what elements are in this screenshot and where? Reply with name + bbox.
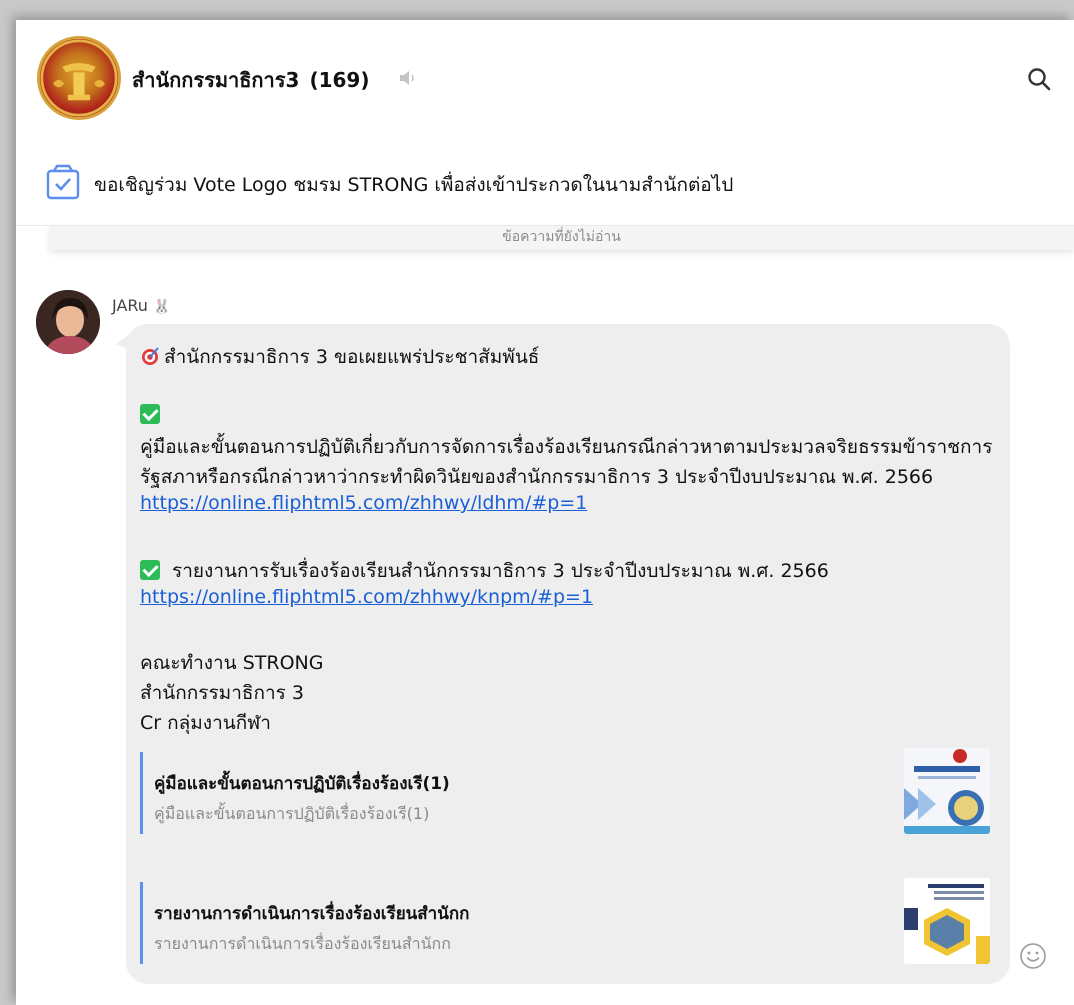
sender-name-text: JARu: [112, 296, 148, 315]
check-icon: [140, 404, 160, 424]
preview-subtitle: คู่มือและขั้นตอนการปฏิบัติเรื่องร้องเรี(…: [154, 804, 430, 823]
message-line: สำนักกรรมาธิการ 3 ขอเผยแพร่ประชาสัมพันธ์: [140, 342, 539, 372]
preview-accent-bar: [140, 752, 143, 834]
group-name: สำนักกรรมาธิการ3: [132, 68, 300, 92]
message-text-7: Cr กลุ่มงานกีฬา: [140, 712, 271, 734]
chat-header: สำนักกรรมาธิการ3 (169): [16, 20, 1074, 138]
checklist-icon: [46, 164, 80, 200]
sender-avatar[interactable]: [36, 290, 100, 354]
chat-window: สำนักกรรมาธิการ3 (169) ขอเชิญร่วม Vote Lo…: [16, 20, 1074, 1005]
search-icon[interactable]: [1026, 66, 1052, 92]
announcement-text: ขอเชิญร่วม Vote Logo ชมรม STRONG เพื่อส่…: [94, 174, 734, 196]
message-text-3: รัฐสภาหรือกรณีกล่าวหาว่ากระทำผิดวินัยของ…: [140, 466, 934, 488]
preview-thumbnail: [904, 748, 990, 834]
preview-title: คู่มือและขั้นตอนการปฏิบัติเรื่องร้องเรี(…: [154, 774, 450, 794]
message-line-4: รายงานการรับเรื่องร้องเรียนสำนักกรรมาธิก…: [140, 556, 829, 586]
member-count: (169): [309, 68, 370, 92]
group-avatar[interactable]: [37, 36, 121, 120]
unread-label: ข้อความที่ยังไม่อ่าน: [502, 229, 621, 245]
check-icon: [140, 560, 160, 580]
emoji-reaction-icon[interactable]: [1019, 942, 1047, 970]
link-preview[interactable]: คู่มือและขั้นตอนการปฏิบัติเรื่องร้องเรี(…: [140, 748, 990, 834]
group-title: สำนักกรรมาธิการ3 (169): [132, 64, 369, 96]
message-text-1: สำนักกรรมาธิการ 3 ขอเผยแพร่ประชาสัมพันธ์: [164, 346, 540, 368]
document-link-2[interactable]: https://online.fliphtml5.com/zhhwy/knpm/…: [140, 586, 593, 608]
announcement-bar[interactable]: ขอเชิญร่วม Vote Logo ชมรม STRONG เพื่อส่…: [16, 138, 1074, 226]
preview-subtitle: รายงานการดำเนินการเรื่องร้องเรียนสำนักก: [154, 934, 451, 953]
preview-accent-bar: [140, 882, 143, 964]
sender-name[interactable]: JARu 🐰: [112, 296, 170, 315]
message-text-6: สำนักกรรมาธิการ 3: [140, 682, 304, 704]
rabbit-icon: 🐰: [153, 299, 171, 315]
check-line: [140, 404, 160, 426]
message-text-4: รายงานการรับเรื่องร้องเรียนสำนักกรรมาธิก…: [172, 560, 829, 582]
message-text-5: คณะทำงาน STRONG: [140, 652, 324, 674]
message-text-2: คู่มือและขั้นตอนการปฏิบัติเกี่ยวกับการจั…: [140, 436, 993, 458]
unread-divider: ข้อความที่ยังไม่อ่าน: [49, 226, 1074, 250]
target-icon: [142, 347, 159, 365]
link-preview[interactable]: รายงานการดำเนินการเรื่องร้องเรียนสำนักก …: [140, 878, 990, 964]
speaker-muted-icon: [400, 71, 414, 85]
document-link-1[interactable]: https://online.fliphtml5.com/zhhwy/ldhm/…: [140, 492, 587, 514]
preview-thumbnail: [904, 878, 990, 964]
preview-title: รายงานการดำเนินการเรื่องร้องเรียนสำนักก: [154, 904, 470, 924]
